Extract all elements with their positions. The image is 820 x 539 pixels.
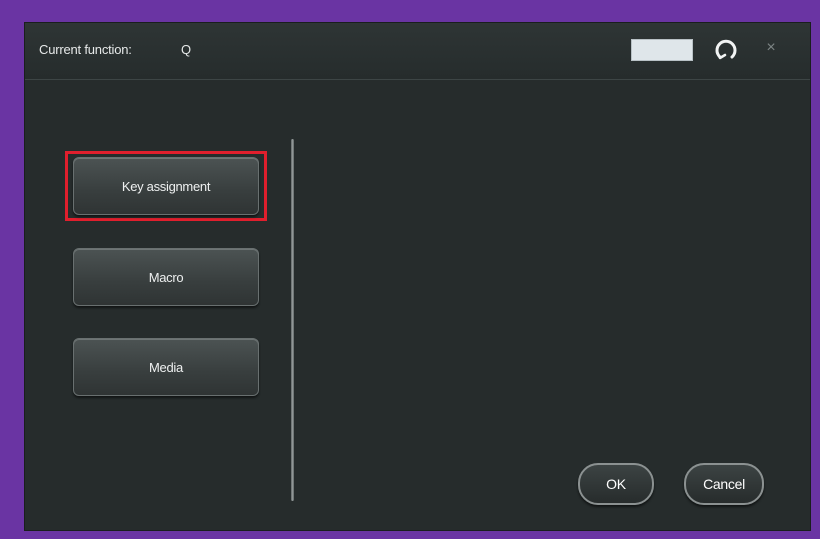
- vertical-divider: [291, 139, 294, 501]
- macro-button[interactable]: Macro: [73, 248, 259, 306]
- ok-button[interactable]: OK: [578, 463, 654, 505]
- cancel-button[interactable]: Cancel: [684, 463, 764, 505]
- macro-label: Macro: [148, 269, 184, 285]
- media-button[interactable]: Media: [73, 338, 259, 396]
- current-function-label: Current function:: [39, 42, 132, 57]
- title-bar: Current function: Q ×: [25, 23, 810, 80]
- current-function-value: Q: [181, 42, 192, 57]
- key-assignment-button[interactable]: Key assignment: [73, 157, 259, 215]
- reset-icon[interactable]: [712, 36, 740, 64]
- close-icon[interactable]: ×: [763, 39, 779, 57]
- color-swatch[interactable]: [631, 39, 693, 61]
- key-assignment-label: Key assignment: [121, 178, 211, 194]
- ok-label: OK: [606, 476, 626, 492]
- dialog-window: Current function: Q × Key assignment Mac…: [24, 22, 811, 531]
- media-label: Media: [149, 359, 183, 375]
- cancel-label: Cancel: [703, 476, 745, 492]
